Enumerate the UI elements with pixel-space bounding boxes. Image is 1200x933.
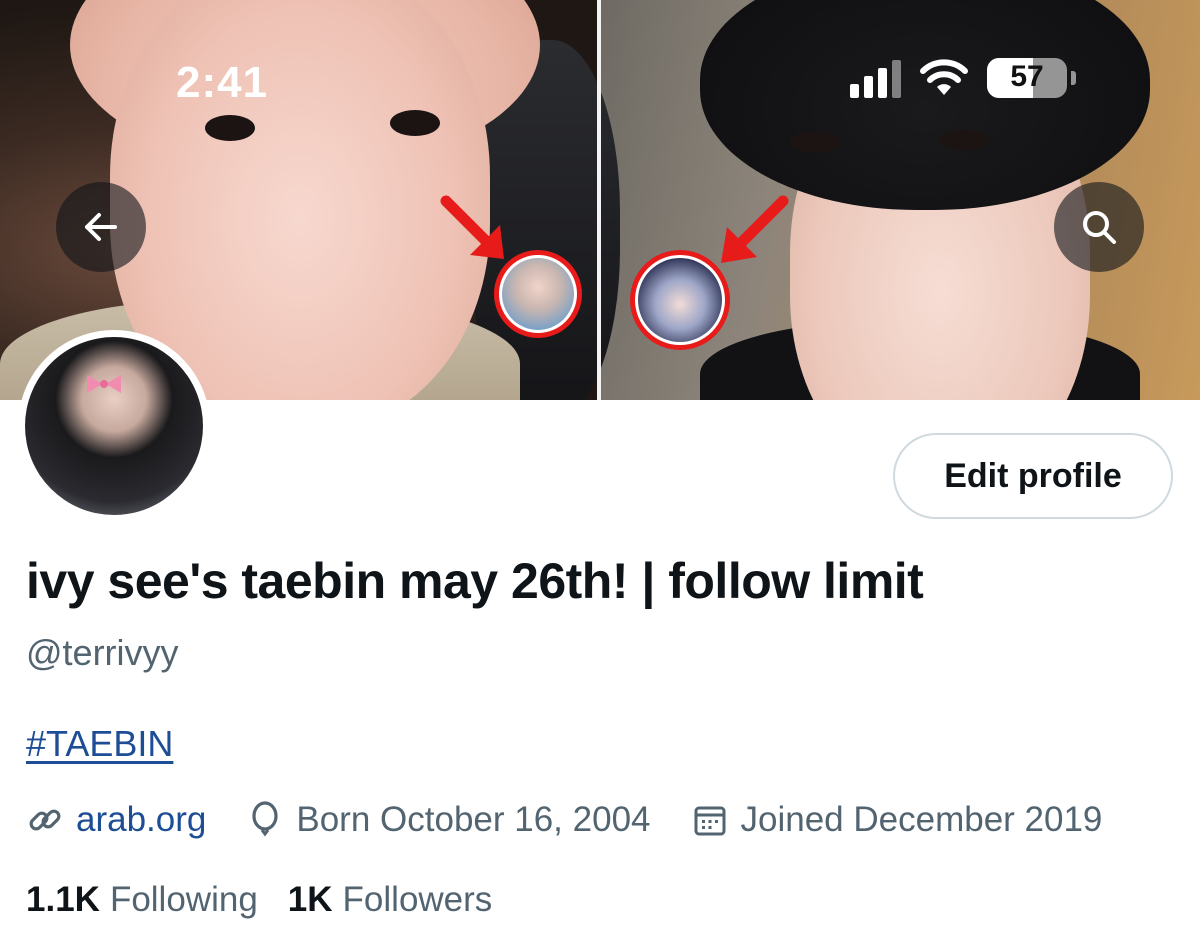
banner-left-eye (205, 115, 255, 141)
website-item[interactable]: arab.org (26, 800, 206, 840)
pink-bow-icon (87, 375, 121, 393)
display-name: ivy see's taebin may 26th! | follow limi… (26, 553, 924, 609)
joined-date: Joined December 2019 (740, 800, 1103, 839)
cellular-signal-icon (850, 58, 901, 98)
following-stat[interactable]: 1.1K Following (26, 880, 258, 920)
calendar-icon (691, 801, 729, 839)
back-button[interactable] (56, 182, 146, 272)
joined-item: Joined December 2019 (691, 800, 1103, 840)
banner-right-eye (790, 132, 840, 152)
profile-banner[interactable]: 2:41 57 (0, 0, 1200, 400)
status-indicators: 57 (850, 58, 1076, 98)
followers-stat[interactable]: 1K Followers (288, 880, 493, 920)
wifi-icon (919, 59, 969, 97)
battery-icon: 57 (987, 58, 1067, 98)
following-count: 1.1K (26, 880, 100, 919)
profile-meta: arab.org Born October 16, 2004 Joined De… (26, 800, 1102, 840)
banner-right-eye (940, 130, 990, 150)
balloon-icon (246, 801, 284, 839)
follow-stats: 1.1K Following 1K Followers (26, 880, 522, 920)
birth-item: Born October 16, 2004 (246, 800, 651, 840)
battery-percent: 57 (1010, 60, 1044, 93)
website-link[interactable]: arab.org (76, 800, 206, 840)
profile-avatar[interactable] (18, 330, 210, 522)
status-time: 2:41 (176, 58, 269, 107)
user-handle: @terrivyy (26, 632, 179, 673)
bio-hashtag-link[interactable]: #TAEBIN (26, 723, 173, 765)
link-icon (26, 801, 64, 839)
search-button[interactable] (1054, 182, 1144, 272)
arrow-left-icon (85, 213, 117, 241)
red-arrow-icon (721, 195, 789, 263)
edit-profile-button[interactable]: Edit profile (893, 433, 1173, 519)
birth-date: Born October 16, 2004 (296, 800, 651, 839)
banner-divider (597, 0, 601, 400)
following-label: Following (109, 880, 258, 919)
battery-tip (1071, 71, 1076, 85)
followers-label: Followers (342, 880, 493, 919)
followers-count: 1K (287, 880, 333, 919)
banner-left-eye (390, 110, 440, 136)
search-icon (1083, 211, 1116, 244)
red-arrow-icon (440, 195, 504, 259)
banner-left-face (110, 0, 490, 400)
